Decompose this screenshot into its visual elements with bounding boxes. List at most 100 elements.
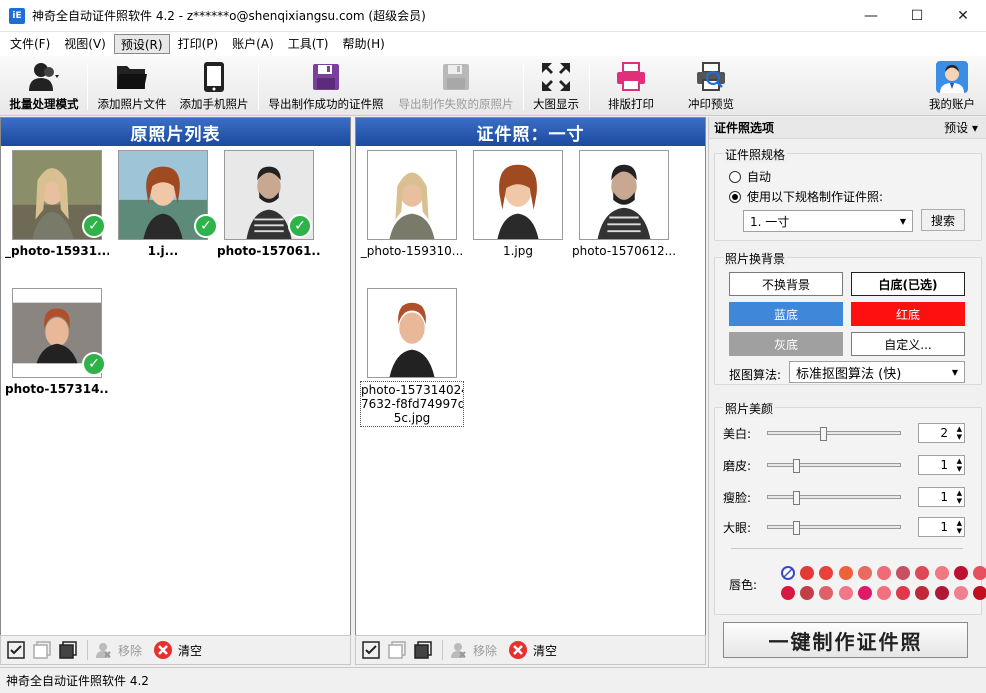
clear-button[interactable]: 清空: [533, 642, 557, 659]
export-success-button[interactable]: 导出制作成功的证件照: [264, 60, 388, 114]
face-slim-spinbox[interactable]: 1 ▲ ▼: [918, 487, 965, 507]
invert-selection-icon[interactable]: [57, 639, 79, 661]
whitening-spinbox[interactable]: 2 ▲ ▼: [918, 423, 965, 443]
big-view-button[interactable]: 大图显示: [528, 60, 584, 114]
lip-color-swatch[interactable]: [915, 586, 930, 600]
clear-icon[interactable]: [152, 639, 174, 661]
lip-color-swatch[interactable]: [857, 566, 872, 580]
export-failed-button[interactable]: 导出制作失败的原照片: [394, 60, 518, 114]
lip-color-swatch[interactable]: [800, 566, 815, 580]
lip-color-none-swatch[interactable]: [781, 566, 795, 580]
gray-background-button[interactable]: 灰底: [729, 332, 843, 356]
lip-color-swatch[interactable]: [915, 566, 930, 580]
lip-color-swatch[interactable]: [877, 566, 891, 580]
original-photo-item[interactable]: ✓ photo-157314...: [5, 288, 109, 396]
slider-thumb[interactable]: [793, 521, 800, 535]
divider: [731, 548, 963, 549]
invert-selection-icon[interactable]: [412, 639, 434, 661]
slider-thumb[interactable]: [820, 427, 827, 441]
blue-background-button[interactable]: 蓝底: [729, 302, 843, 326]
check-icon: ✓: [194, 214, 218, 238]
remove-button[interactable]: 移除: [118, 642, 142, 659]
menu-help[interactable]: 帮助(H): [336, 34, 390, 54]
options-header: 证件照选项: [714, 121, 775, 135]
remove-icon[interactable]: [447, 639, 469, 661]
menu-preset[interactable]: 预设(R): [113, 34, 170, 54]
menu-view[interactable]: 视图(V): [58, 34, 112, 54]
white-background-button[interactable]: 白底(已选): [851, 272, 965, 296]
lip-color-swatch[interactable]: [973, 586, 986, 600]
slider-thumb[interactable]: [793, 459, 800, 473]
lip-color-swatch[interactable]: [896, 586, 911, 600]
maximize-button[interactable]: ☐: [894, 0, 940, 32]
lip-color-swatch[interactable]: [838, 566, 853, 580]
lip-color-swatch[interactable]: [953, 566, 968, 580]
batch-mode-button[interactable]: 批量处理模式: [6, 60, 82, 114]
print-preview-icon: [693, 60, 729, 94]
remove-icon[interactable]: [92, 639, 114, 661]
spec-group-title: 证件照规格: [723, 146, 788, 163]
selected-caption-box: photo-157314024 7632-f8fd74997d 5c.jpg: [360, 381, 464, 427]
smoothing-spinbox[interactable]: 1 ▲ ▼: [918, 455, 965, 475]
id-photo-item[interactable]: photo-1570612...: [572, 150, 676, 258]
minimize-button[interactable]: —: [848, 0, 894, 32]
app-icon: iE: [9, 7, 25, 24]
slider-thumb[interactable]: [793, 491, 800, 505]
red-background-button[interactable]: 红底: [851, 302, 965, 326]
lip-color-swatch[interactable]: [781, 586, 795, 600]
select-all-icon[interactable]: [5, 639, 27, 661]
spec-select[interactable]: 1. 一寸 ▼: [743, 210, 913, 232]
id-photos-title: 证件照：一寸: [356, 118, 705, 146]
clear-icon[interactable]: [507, 639, 529, 661]
lip-color-swatch[interactable]: [896, 566, 911, 580]
add-photo-label: 添加照片文件: [97, 97, 167, 111]
id-photo-item[interactable]: 1.jpg: [466, 150, 570, 258]
whitening-slider[interactable]: [767, 427, 901, 441]
menu-file[interactable]: 文件(F): [4, 34, 56, 54]
face-slim-slider-row: 瘦脸: 1 ▲ ▼: [723, 486, 973, 508]
remove-button[interactable]: 移除: [473, 642, 497, 659]
batch-mode-label: 批量处理模式: [9, 97, 79, 111]
auto-spec-radio[interactable]: 自动: [729, 168, 771, 185]
add-phone-photo-button[interactable]: 添加手机照片: [176, 60, 252, 114]
id-photo-item[interactable]: photo-157314024 7632-f8fd74997d 5c.jpg: [360, 288, 464, 427]
select-all-icon[interactable]: [360, 639, 382, 661]
original-photo-item[interactable]: ✓ photo-157061...: [217, 150, 321, 258]
layout-print-button[interactable]: 排版打印: [596, 60, 666, 114]
lip-color-swatch[interactable]: [953, 586, 968, 600]
print-preview-button[interactable]: 冲印预览: [676, 60, 746, 114]
menu-tools[interactable]: 工具(T): [282, 34, 335, 54]
custom-background-button[interactable]: 自定义...: [851, 332, 965, 356]
deselect-icon[interactable]: [386, 639, 408, 661]
search-button[interactable]: 搜索: [921, 209, 965, 231]
big-eyes-spinbox[interactable]: 1 ▲ ▼: [918, 517, 965, 537]
preset-dropdown[interactable]: 预设 ▾: [944, 119, 978, 136]
lip-color-swatch[interactable]: [819, 566, 834, 580]
close-button[interactable]: ✕: [940, 0, 986, 32]
use-spec-radio[interactable]: 使用以下规格制作证件照:: [729, 188, 883, 205]
my-account-button[interactable]: 我的账户: [924, 60, 980, 114]
lip-color-swatch[interactable]: [973, 566, 986, 580]
make-id-photo-button[interactable]: 一键制作证件照: [723, 622, 968, 658]
lip-color-swatch[interactable]: [800, 586, 815, 600]
lip-color-swatch[interactable]: [819, 586, 834, 600]
add-photo-button[interactable]: 添加照片文件: [94, 60, 170, 114]
lip-color-swatch[interactable]: [838, 586, 853, 600]
lip-color-swatch[interactable]: [857, 586, 872, 600]
lip-color-swatch[interactable]: [934, 586, 949, 600]
id-photo-item[interactable]: _photo-159310...: [360, 150, 464, 258]
lip-color-swatch[interactable]: [934, 566, 949, 580]
spec-group: 证件照规格 自动 使用以下规格制作证件照: 1. 一寸 ▼ 搜索: [714, 146, 982, 241]
original-photo-item[interactable]: ✓ 1.j...: [111, 150, 218, 258]
menu-print[interactable]: 打印(P): [172, 34, 225, 54]
menu-account[interactable]: 账户(A): [226, 34, 280, 54]
cutout-algorithm-select[interactable]: 标准抠图算法 (快) ▼: [789, 361, 965, 383]
original-photo-item[interactable]: ✓ _photo-15931...: [5, 150, 109, 258]
deselect-icon[interactable]: [31, 639, 53, 661]
face-slim-slider[interactable]: [767, 491, 901, 505]
big-eyes-slider[interactable]: [767, 521, 901, 535]
smoothing-slider[interactable]: [767, 459, 901, 473]
lip-color-swatch[interactable]: [877, 586, 891, 600]
clear-button[interactable]: 清空: [178, 642, 202, 659]
no-background-button[interactable]: 不换背景: [729, 272, 843, 296]
